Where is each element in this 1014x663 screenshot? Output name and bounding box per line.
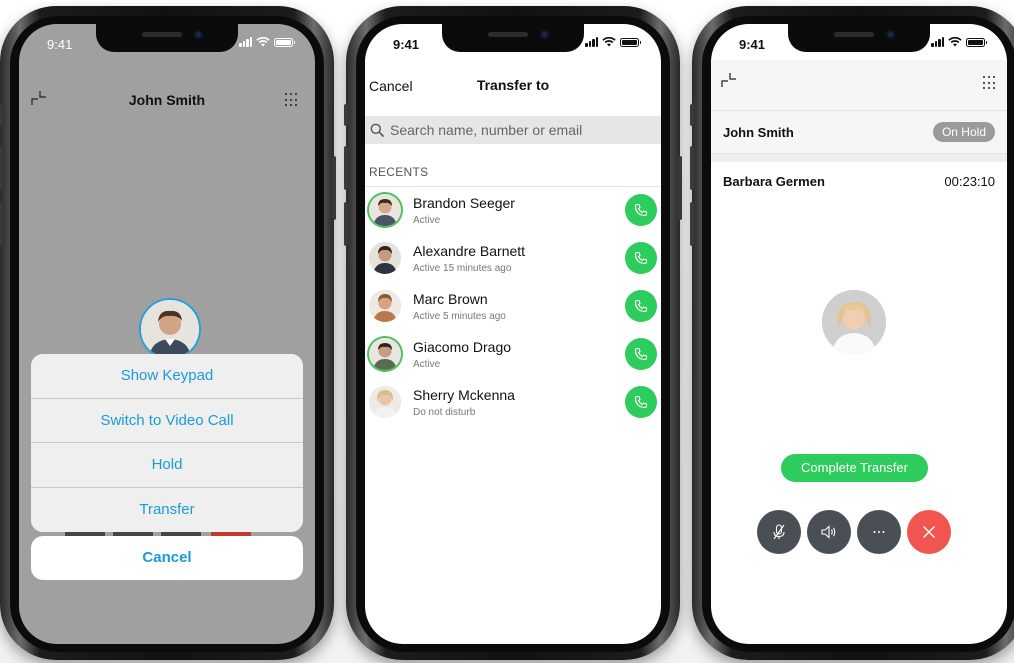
call-button[interactable] bbox=[625, 194, 657, 226]
complete-transfer-button[interactable]: Complete Transfer bbox=[781, 454, 928, 482]
recents-heading: RECENTS bbox=[369, 165, 429, 179]
wifi-icon bbox=[256, 37, 270, 47]
phone-frame-1: 9:41 John Smith Show Keypad Switch to Vi… bbox=[0, 6, 336, 660]
call-button[interactable] bbox=[625, 242, 657, 274]
battery-icon bbox=[966, 37, 987, 47]
list-item[interactable]: Giacomo Drago Active bbox=[365, 330, 661, 378]
wifi-icon bbox=[948, 37, 962, 47]
avatar bbox=[369, 338, 401, 370]
signal-icon bbox=[239, 37, 252, 47]
list-item[interactable]: Sherry Mckenna Do not disturb bbox=[365, 378, 661, 426]
phone-icon bbox=[634, 299, 648, 313]
avatar bbox=[369, 194, 401, 226]
phone-icon bbox=[634, 251, 648, 265]
phone-frame-2: 9:41 Cancel Transfer to Search name, num… bbox=[344, 6, 682, 660]
cancel-button[interactable]: Cancel bbox=[31, 536, 303, 580]
battery-icon bbox=[274, 37, 295, 47]
call-contact-name: John Smith bbox=[128, 92, 206, 108]
avatar bbox=[369, 386, 401, 418]
search-placeholder: Search name, number or email bbox=[390, 122, 583, 138]
signal-icon bbox=[585, 37, 598, 47]
contact-name: Sherry Mckenna bbox=[413, 387, 515, 403]
avatar bbox=[369, 242, 401, 274]
contact-name: Marc Brown bbox=[413, 291, 488, 307]
contact-status: Active bbox=[413, 359, 441, 370]
switch-to-video-button[interactable]: Switch to Video Call bbox=[31, 398, 303, 443]
avatar bbox=[822, 290, 886, 354]
status-badge: On Hold bbox=[932, 122, 995, 142]
wifi-icon bbox=[602, 37, 616, 47]
search-icon bbox=[370, 123, 384, 137]
transfer-button[interactable]: Transfer bbox=[31, 487, 303, 532]
speaker-icon bbox=[821, 525, 836, 539]
contact-name: Giacomo Drago bbox=[413, 339, 512, 355]
minimize-icon[interactable] bbox=[721, 72, 737, 88]
speaker-button[interactable] bbox=[807, 510, 851, 554]
more-button[interactable] bbox=[857, 510, 901, 554]
active-call-row: Barbara Germen 00:23:10 bbox=[711, 174, 1007, 198]
status-time: 9:41 bbox=[393, 37, 420, 52]
battery-icon bbox=[620, 37, 641, 47]
avatar bbox=[369, 290, 401, 322]
list-item[interactable]: Alexandre Barnett Active 15 minutes ago bbox=[365, 234, 661, 282]
transfer-screen: 9:41 Cancel Transfer to Search name, num… bbox=[365, 24, 661, 644]
phone-frame-3: 9:41 John Smith On Hold Barbara Germen 0… bbox=[690, 6, 1014, 660]
nav-bar: Cancel Transfer to bbox=[365, 74, 661, 108]
phone-icon bbox=[634, 395, 648, 409]
close-icon bbox=[923, 526, 935, 538]
phone-icon bbox=[634, 203, 648, 217]
contact-name: Brandon Seeger bbox=[413, 195, 515, 211]
status-time: 9:41 bbox=[47, 37, 73, 52]
signal-icon bbox=[931, 37, 944, 47]
list-item[interactable]: Marc Brown Active 5 minutes ago bbox=[365, 282, 661, 330]
active-contact-name: Barbara Germen bbox=[723, 174, 825, 189]
phone-icon bbox=[634, 347, 648, 361]
contact-status: Active 15 minutes ago bbox=[413, 263, 512, 274]
keypad-icon[interactable] bbox=[983, 76, 999, 90]
avatar bbox=[139, 298, 201, 360]
call-button[interactable] bbox=[625, 290, 657, 322]
more-icon bbox=[873, 531, 885, 533]
consult-call-screen: 9:41 John Smith On Hold Barbara Germen 0… bbox=[711, 24, 1007, 644]
end-call-button[interactable] bbox=[907, 510, 951, 554]
hold-button[interactable]: Hold bbox=[31, 443, 303, 488]
list-item[interactable]: Brandon Seeger Active bbox=[365, 186, 661, 234]
contact-status: Do not disturb bbox=[413, 407, 476, 418]
mute-icon bbox=[773, 524, 785, 540]
keypad-icon[interactable] bbox=[285, 93, 301, 107]
contact-status: Active bbox=[413, 215, 441, 226]
contact-name: Alexandre Barnett bbox=[413, 243, 526, 259]
mute-button[interactable] bbox=[757, 510, 801, 554]
status-time: 9:41 bbox=[739, 37, 766, 52]
call-button[interactable] bbox=[625, 338, 657, 370]
call-button[interactable] bbox=[625, 386, 657, 418]
search-input[interactable]: Search name, number or email bbox=[365, 116, 661, 144]
contact-status: Active 5 minutes ago bbox=[413, 311, 506, 322]
page-title: Transfer to bbox=[476, 77, 550, 93]
call-screen: 9:41 John Smith Show Keypad Switch to Vi… bbox=[19, 24, 315, 644]
held-call-row[interactable]: John Smith On Hold bbox=[711, 110, 1007, 154]
show-keypad-button[interactable]: Show Keypad bbox=[31, 354, 303, 399]
action-sheet: Show Keypad Switch to Video Call Hold Tr… bbox=[31, 354, 303, 532]
call-timer: 00:23:10 bbox=[944, 174, 995, 189]
held-contact-name: John Smith bbox=[723, 125, 794, 140]
mockup-stage: 9:41 John Smith Show Keypad Switch to Vi… bbox=[0, 0, 1014, 663]
